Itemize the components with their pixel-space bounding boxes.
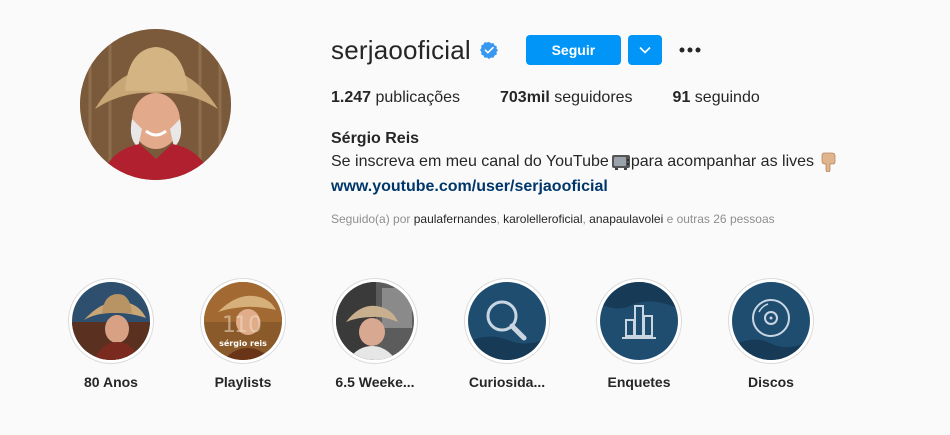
profile-header: serjaooficial Seguir [331,34,706,66]
playlists-overlay-digits: 10 [234,313,262,338]
profile-avatar[interactable] [80,29,231,180]
followers-stat[interactable]: 703mil seguidores [500,89,633,107]
followed-by-user[interactable]: karolelleroficial [503,212,582,226]
highlight-ring [728,278,814,364]
story-highlights: 80 Anos 1 10 sérgio reis Playlists 6.5 W… [45,278,837,390]
highlight-label: Discos [748,374,794,390]
pointing-down-emoji-icon [821,152,836,172]
followed-by-user[interactable]: paulafernandes [414,212,497,226]
highlight-label: Curiosida... [468,374,546,390]
highlight-cover: 1 10 sérgio reis [204,282,282,360]
profile-stats: 1.247 publicações 703mil seguidores 91 s… [331,89,800,107]
followed-by-prefix: Seguido(a) por [331,212,414,226]
bar-chart-icon [600,282,678,360]
bio-text: Se inscreva em meu canal do YouTube para… [331,152,836,172]
bio-part-1: Se inscreva em meu canal do YouTube [331,153,609,170]
following-count: 91 [672,89,691,106]
photo-thumbnail-icon: 1 10 sérgio reis [204,282,282,360]
suggested-dropdown-button[interactable] [627,35,662,65]
highlight-80-anos[interactable]: 80 Anos [45,278,177,390]
highlight-ring [332,278,418,364]
highlight-label: Playlists [214,374,272,390]
highlight-label: Enquetes [607,374,671,390]
full-name: Sérgio Reis [331,130,420,147]
playlists-overlay-text: sérgio reis [219,338,267,348]
more-icon [679,47,701,53]
followed-by-user[interactable]: anapaulavolei [589,212,663,226]
photo-thumbnail-icon [336,282,414,360]
verified-badge-icon [479,41,498,59]
disc-icon [732,282,810,360]
followed-by-text[interactable]: Seguido(a) por paulafernandes, karolelle… [331,212,775,226]
bio-part-2: para acompanhar as lives [630,153,815,170]
posts-stat: 1.247 publicações [331,89,460,107]
highlight-label: 80 Anos [84,374,138,390]
profile-website-link[interactable]: www.youtube.com/user/serjaooficial [331,178,608,196]
highlight-cover [72,282,150,360]
television-emoji-icon [611,155,630,170]
highlight-cover [336,282,414,360]
highlight-6-5-weekend[interactable]: 6.5 Weeke... [309,278,441,390]
photo-thumbnail-icon [72,282,150,360]
followed-by-suffix: e outras 26 pessoas [663,212,775,226]
more-options-button[interactable] [674,35,706,65]
follow-button[interactable]: Seguir [525,35,621,65]
chevron-down-icon [639,46,651,54]
highlight-cover [600,282,678,360]
following-stat[interactable]: 91 seguindo [673,89,760,107]
posts-count: 1.247 [331,89,372,106]
highlight-discos[interactable]: Discos [705,278,837,390]
highlight-ring [596,278,682,364]
username: serjaooficial [331,34,471,65]
magnifier-icon [468,282,546,360]
highlight-curiosidades[interactable]: Curiosida... [441,278,573,390]
highlight-enquetes[interactable]: Enquetes [573,278,705,390]
followers-count: 703mil [500,89,550,106]
highlight-label: 6.5 Weeke... [335,374,415,390]
highlight-playlists[interactable]: 1 10 sérgio reis Playlists [177,278,309,390]
posts-label: publicações [375,89,461,106]
avatar-image [80,29,231,180]
following-label: seguindo [694,89,760,106]
highlight-cover [732,282,810,360]
highlight-ring: 1 10 sérgio reis [200,278,286,364]
highlight-ring [68,278,154,364]
highlight-cover [468,282,546,360]
highlight-ring [464,278,550,364]
followers-label: seguidores [554,89,633,106]
